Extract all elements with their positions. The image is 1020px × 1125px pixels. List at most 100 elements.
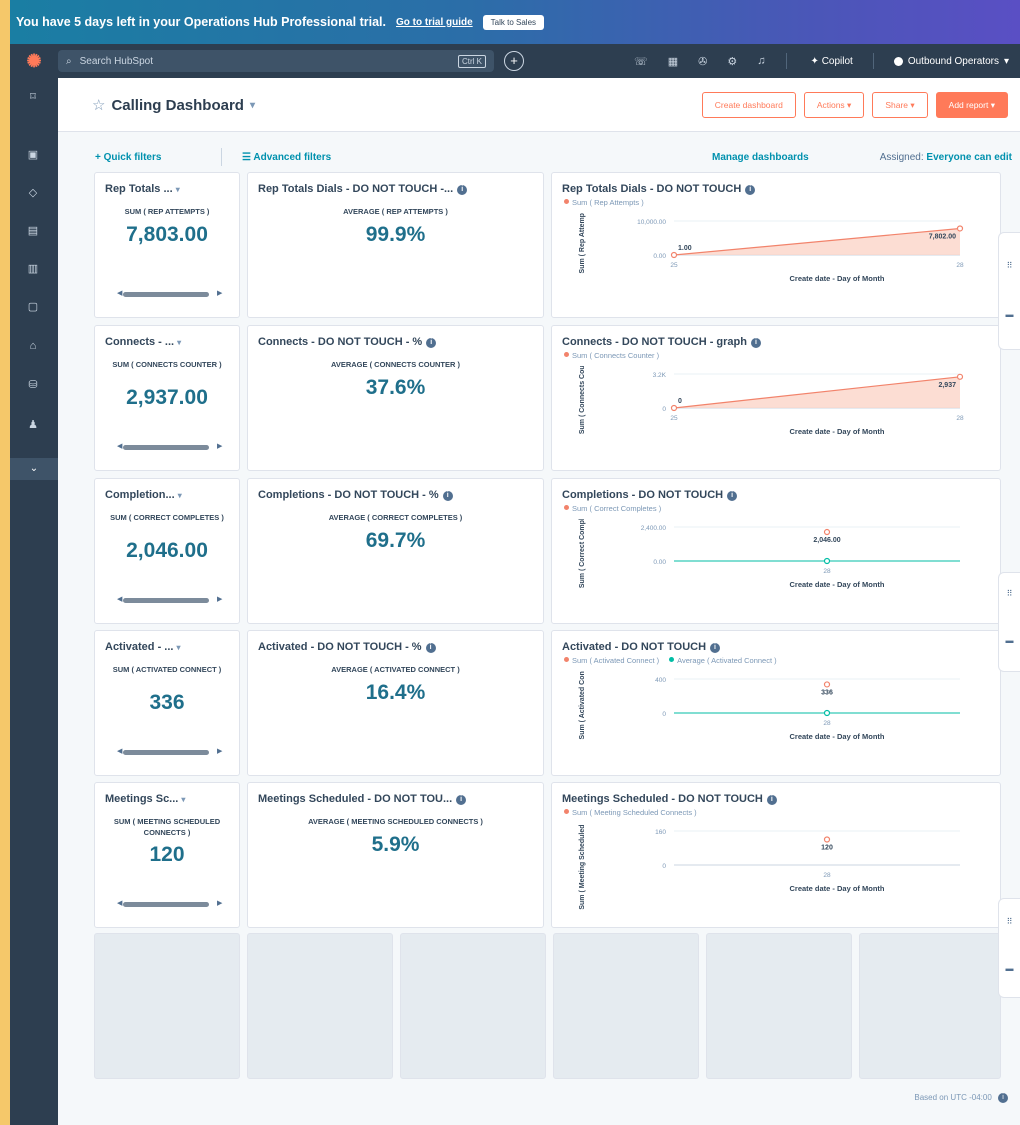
kpi-sum-card[interactable]: Activated - ... ▾ SUM ( ACTIVATED CONNECT…	[94, 630, 240, 776]
info-icon[interactable]: i	[727, 491, 738, 501]
marketplace-icon[interactable]: ▦	[668, 55, 678, 68]
scrollbar-thumb[interactable]	[123, 598, 209, 603]
horizontal-scrollbar[interactable]: ◀ ▶	[117, 595, 222, 603]
kpi-average-card[interactable]: Rep Totals Dials - DO NOT TOUCH -... i AVE…	[247, 172, 544, 318]
info-icon[interactable]: i	[750, 338, 761, 348]
info-icon[interactable]: i	[745, 185, 756, 195]
scroll-right-icon[interactable]: ▶	[217, 595, 222, 603]
scroll-left-icon[interactable]: ◀	[117, 747, 122, 755]
horizontal-scrollbar[interactable]: ◀ ▶	[117, 747, 222, 755]
add-report-button[interactable]: Add report ▾	[935, 92, 1008, 118]
info-icon[interactable]: i	[426, 338, 437, 348]
card-title[interactable]: Completion... ▾	[105, 489, 229, 501]
account-menu[interactable]: Outbound Operators ▾	[893, 56, 1009, 67]
trial-guide-link[interactable]: Go to trial guide	[396, 17, 473, 28]
card-title[interactable]: Activated - ... ▾	[105, 641, 229, 653]
quick-filters-label: Quick filters	[103, 152, 162, 163]
automation-icon[interactable]: ♟	[26, 418, 40, 432]
manage-dashboards-link[interactable]: Manage dashboards	[712, 152, 809, 163]
card-title[interactable]: Meetings Sc... ▾	[105, 793, 229, 805]
favorite-star-icon[interactable]: ☆	[92, 96, 105, 114]
horizontal-scrollbar[interactable]: ◀ ▶	[117, 442, 222, 450]
info-icon[interactable]: i	[766, 795, 777, 805]
scrollbar-thumb[interactable]	[123, 750, 209, 755]
expand-sidebar-chevron-icon[interactable]: ⌄	[10, 458, 58, 480]
scroll-right-icon[interactable]: ▶	[217, 899, 222, 907]
info-icon[interactable]: i	[425, 643, 436, 653]
chart-card[interactable]: Completions - DO NOT TOUCH i Sum ( Correct…	[551, 478, 1001, 624]
create-new-button[interactable]: +	[504, 51, 524, 71]
scroll-left-icon[interactable]: ◀	[117, 595, 122, 603]
chart-card[interactable]: Meetings Scheduled - DO NOT TOUCH i Sum ( …	[551, 782, 1001, 928]
content-icon[interactable]: ▤	[26, 224, 40, 238]
chart-card[interactable]: Activated - DO NOT TOUCH i Sum ( Activated…	[551, 630, 1001, 776]
scrollbar-thumb[interactable]	[123, 902, 209, 907]
scroll-right-icon[interactable]: ▶	[217, 289, 222, 297]
data-management-icon[interactable]: ⛁	[26, 378, 40, 392]
copilot-button[interactable]: ✦ Copilot	[811, 56, 853, 67]
info-icon[interactable]: i	[442, 491, 453, 501]
horizontal-scrollbar[interactable]: ◀ ▶	[117, 899, 222, 907]
card-title[interactable]: Rep Totals Dials - DO NOT TOUCH i	[562, 183, 990, 195]
info-icon[interactable]: i	[456, 795, 467, 805]
commerce-icon[interactable]: ▢	[26, 300, 40, 314]
kpi-sum-card[interactable]: Connects - ... ▾ SUM ( CONNECTS COUNTER )…	[94, 325, 240, 471]
advanced-filters-button[interactable]: ☰ Advanced filters	[242, 152, 331, 163]
side-panel-tab[interactable]: ⠿ ▬	[998, 898, 1020, 998]
card-title[interactable]: Connects - ... ▾	[105, 336, 229, 348]
share-button[interactable]: Share ▾	[872, 92, 928, 118]
scrollbar-thumb[interactable]	[123, 292, 209, 297]
horizontal-scrollbar[interactable]: ◀ ▶	[117, 289, 222, 297]
card-title[interactable]: Completions - DO NOT TOUCH i	[562, 489, 990, 501]
card-title[interactable]: Rep Totals ... ▾	[105, 183, 229, 195]
scroll-left-icon[interactable]: ◀	[117, 289, 122, 297]
assigned-value-link[interactable]: Everyone can edit	[926, 152, 1012, 163]
search-input[interactable]: ⌕ Search HubSpot Ctrl K	[58, 50, 494, 72]
kpi-sum-card[interactable]: Completion... ▾ SUM ( CORRECT COMPLETES )…	[94, 478, 240, 624]
actions-button[interactable]: Actions ▾	[803, 92, 865, 118]
create-dashboard-button[interactable]: Create dashboard	[701, 92, 796, 118]
scroll-left-icon[interactable]: ◀	[117, 899, 122, 907]
kpi-average-card[interactable]: Activated - DO NOT TOUCH - % i AVERAGE ( A…	[247, 630, 544, 776]
scrollbar-thumb[interactable]	[123, 445, 209, 450]
trial-banner: You have 5 days left in your Operations …	[10, 0, 1020, 44]
card-title[interactable]: Activated - DO NOT TOUCH - % i	[258, 641, 533, 653]
service-icon[interactable]: ⌂	[26, 340, 40, 354]
settings-icon[interactable]: ⚙	[727, 55, 737, 68]
kpi-sum-card[interactable]: Rep Totals ... ▾ SUM ( REP ATTEMPTS ) 7,80…	[94, 172, 240, 318]
scroll-left-icon[interactable]: ◀	[117, 442, 122, 450]
contacts-icon[interactable]: ▣	[26, 148, 40, 162]
kpi-average-card[interactable]: Connects - DO NOT TOUCH - % i AVERAGE ( CO…	[247, 325, 544, 471]
info-icon[interactable]: i	[457, 185, 468, 195]
card-title[interactable]: Connects - DO NOT TOUCH - % i	[258, 336, 533, 348]
hubspot-logo-icon[interactable]: ✺	[10, 51, 58, 72]
info-icon[interactable]: i	[710, 643, 721, 653]
side-panel-tab[interactable]: ⠿ ▬	[998, 572, 1020, 672]
kpi-average-card[interactable]: Completions - DO NOT TOUCH - % i AVERAGE (…	[247, 478, 544, 624]
filters-bar: + Quick filters ☰ Advanced filters Manag…	[58, 132, 1020, 172]
bookmark-icon[interactable]: ⌑	[26, 90, 40, 104]
scroll-right-icon[interactable]: ▶	[217, 442, 222, 450]
quick-filters-button[interactable]: + Quick filters	[95, 152, 161, 163]
kpi-sum-card[interactable]: Meetings Sc... ▾ SUM ( MEETING SCHEDULED …	[94, 782, 240, 928]
card-title[interactable]: Connects - DO NOT TOUCH - graph i	[562, 336, 990, 348]
card-title[interactable]: Meetings Scheduled - DO NOT TOUCH i	[562, 793, 990, 805]
info-icon[interactable]: i	[998, 1093, 1008, 1103]
side-panel-tab[interactable]: ⠿ ▬	[998, 232, 1020, 350]
card-title[interactable]: Completions - DO NOT TOUCH - % i	[258, 489, 533, 501]
card-title[interactable]: Activated - DO NOT TOUCH i	[562, 641, 990, 653]
marketing-icon[interactable]: ◇	[26, 186, 40, 200]
dashboard-title[interactable]: ☆ Calling Dashboard ▾	[92, 96, 255, 115]
chart-card[interactable]: Rep Totals Dials - DO NOT TOUCH i Sum ( Re…	[551, 172, 1001, 318]
notifications-icon[interactable]: ♫	[757, 55, 765, 67]
help-icon[interactable]: ✇	[698, 55, 707, 68]
phone-icon[interactable]: ☏	[634, 55, 648, 68]
card-title[interactable]: Rep Totals Dials - DO NOT TOUCH -... i	[258, 183, 533, 195]
card-title[interactable]: Meetings Scheduled - DO NOT TOU... i	[258, 793, 533, 805]
sales-icon[interactable]: ▥	[26, 262, 40, 276]
scroll-right-icon[interactable]: ▶	[217, 747, 222, 755]
comment-icon: ▬	[1005, 310, 1014, 319]
chart-card[interactable]: Connects - DO NOT TOUCH - graph i Sum ( Co…	[551, 325, 1001, 471]
kpi-average-card[interactable]: Meetings Scheduled - DO NOT TOU... i AVERA…	[247, 782, 544, 928]
talk-to-sales-button[interactable]: Talk to Sales	[482, 14, 545, 30]
